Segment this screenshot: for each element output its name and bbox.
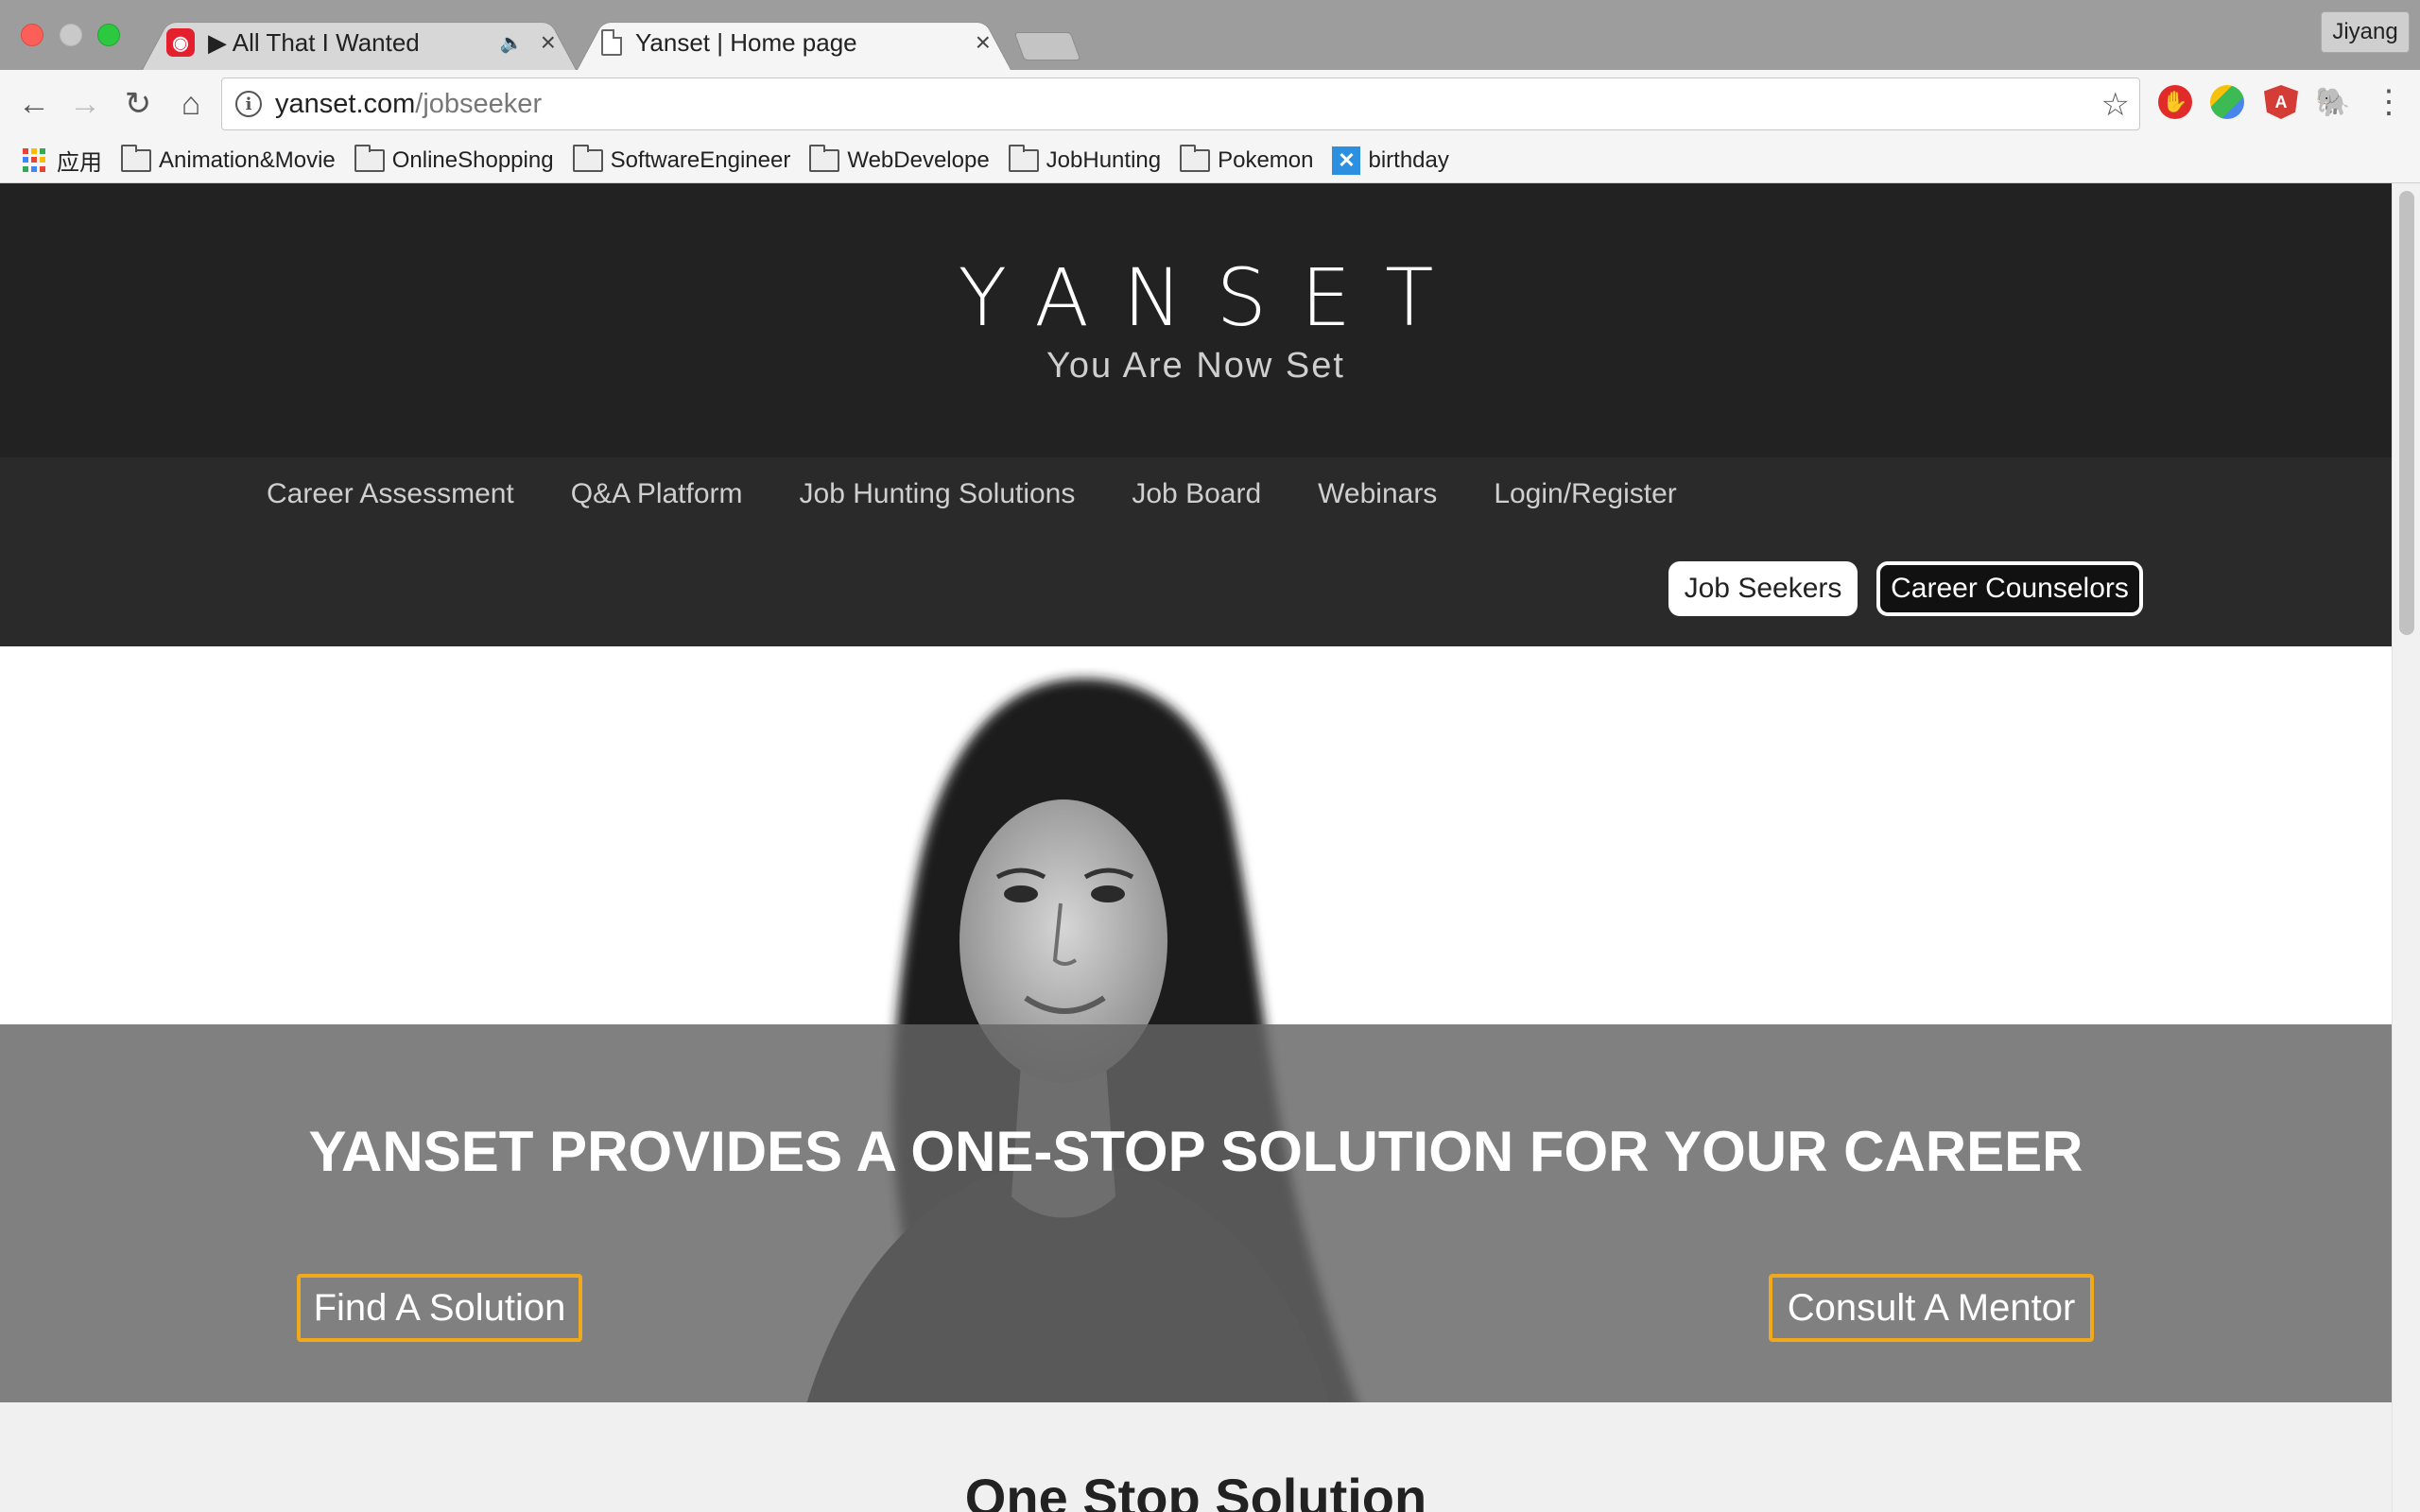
folder-icon [1180, 144, 1211, 172]
site-header: YANSET You Are Now Set [0, 183, 2392, 457]
close-tab-icon[interactable]: × [541, 27, 556, 58]
hero-section: YANSET PROVIDES A ONE-STOP SOLUTION FOR … [0, 646, 2392, 1402]
info-icon[interactable]: i [235, 91, 262, 117]
tab-yanset-home[interactable]: Yanset | Home page × [577, 15, 1011, 71]
folder-icon [121, 144, 151, 172]
browser-toolbar: ← → ↻ ⌂ i yanset.com/jobseeker ☆ ✋ A 🐘 ⋮ [0, 70, 2420, 138]
tab-title: ▶ All That I Wanted [208, 27, 420, 57]
bookmarks-bar: 应用 Animation&Movie OnlineShopping Softwa… [0, 138, 2420, 183]
new-tab-button[interactable] [1013, 32, 1081, 60]
nav-qa-platform[interactable]: Q&A Platform [571, 478, 743, 510]
folder-icon [1008, 144, 1039, 172]
browser-menu-icon[interactable]: ⋮ [2373, 83, 2405, 121]
nav-login-register[interactable]: Login/Register [1494, 478, 1676, 510]
bookmark-folder[interactable]: Pokemon [1180, 144, 1314, 174]
bookmark-label: JobHunting [1046, 146, 1162, 173]
nav-career-assessment[interactable]: Career Assessment [267, 478, 514, 510]
nav-webinars[interactable]: Webinars [1318, 478, 1437, 510]
minimize-window-button[interactable] [60, 24, 82, 46]
consult-mentor-button[interactable]: Consult A Mentor [1769, 1274, 2094, 1342]
evernote-extension-icon[interactable]: 🐘 [2315, 85, 2350, 119]
bookmark-apps[interactable]: 应用 [23, 144, 102, 177]
nav-job-board[interactable]: Job Board [1132, 478, 1261, 510]
bookmark-label: SoftwareEngineer [610, 146, 791, 173]
document-icon [601, 29, 622, 56]
netease-music-icon: ◉ [166, 28, 195, 57]
hero-title: YANSET PROVIDES A ONE-STOP SOLUTION FOR … [308, 1120, 2083, 1183]
bookmark-folder[interactable]: OnlineShopping [354, 144, 554, 174]
adblock-extension-icon[interactable]: ✋ [2158, 85, 2192, 119]
career-counselors-button[interactable]: Career Counselors [1876, 561, 2143, 616]
job-seekers-button[interactable]: Job Seekers [1668, 561, 1858, 616]
bookmark-label: birthday [1368, 146, 1449, 173]
nav-job-hunting-solutions[interactable]: Job Hunting Solutions [800, 478, 1076, 510]
bookmark-label: Pokemon [1218, 146, 1314, 173]
bookmark-label: OnlineShopping [391, 146, 554, 173]
bookmark-folder[interactable]: SoftwareEngineer [572, 144, 791, 174]
find-solution-button[interactable]: Find A Solution [297, 1274, 582, 1342]
speaker-icon[interactable]: 🔈 [500, 31, 524, 55]
web-page: YANSET You Are Now Set Career Assessment… [0, 183, 2392, 1512]
page-scrollbar[interactable] [2392, 183, 2420, 1512]
scrollbar-thumb[interactable] [2399, 191, 2414, 635]
profile-button[interactable]: Jiyang [2321, 11, 2410, 53]
bookmark-folder[interactable]: JobHunting [1008, 144, 1162, 174]
bookmark-folder[interactable]: WebDevelope [809, 144, 990, 174]
tab-all-that-i-wanted[interactable]: ◉ ▶ All That I Wanted 🔈 × [142, 15, 577, 71]
home-icon[interactable]: ⌂ [170, 83, 212, 125]
url-path: /jobseeker [415, 88, 543, 119]
bookmark-label: WebDevelope [847, 146, 990, 173]
close-window-button[interactable] [21, 24, 43, 46]
forward-arrow-icon[interactable]: → [64, 83, 106, 125]
section-title: One Stop Solution [964, 1468, 1427, 1512]
reload-icon[interactable]: ↻ [117, 83, 159, 125]
address-bar[interactable]: i yanset.com/jobseeker ☆ [221, 77, 2140, 130]
folder-icon [354, 144, 385, 172]
apps-grid-icon [23, 147, 47, 173]
bookmark-star-icon[interactable]: ☆ [2101, 86, 2130, 124]
bookmark-birthday[interactable]: ✕ birthday [1332, 146, 1449, 175]
hero-banner: YANSET PROVIDES A ONE-STOP SOLUTION FOR … [0, 1024, 2392, 1402]
site-logo[interactable]: YANSET [0, 251, 2392, 344]
birthday-icon: ✕ [1332, 146, 1361, 175]
folder-icon [572, 144, 603, 172]
angular-extension-icon[interactable]: A [2264, 85, 2298, 119]
site-navigation: Career Assessment Q&A Platform Job Hunti… [0, 457, 2392, 646]
back-arrow-icon[interactable]: ← [13, 83, 55, 125]
tab-strip: ◉ ▶ All That I Wanted 🔈 × Yanset | Home … [0, 0, 2420, 71]
tab-title: Yanset | Home page [635, 27, 857, 57]
bookmark-label: Animation&Movie [159, 146, 336, 173]
folder-icon [809, 144, 840, 172]
site-tagline: You Are Now Set [1046, 346, 1345, 386]
bookmark-folder[interactable]: Animation&Movie [121, 144, 336, 174]
zoom-window-button[interactable] [97, 24, 120, 46]
bookmark-label: 应用 [57, 150, 102, 176]
close-tab-icon[interactable]: × [976, 27, 991, 58]
url-host: yanset.com [275, 88, 416, 119]
chrome-extension-icon[interactable] [2210, 85, 2244, 119]
